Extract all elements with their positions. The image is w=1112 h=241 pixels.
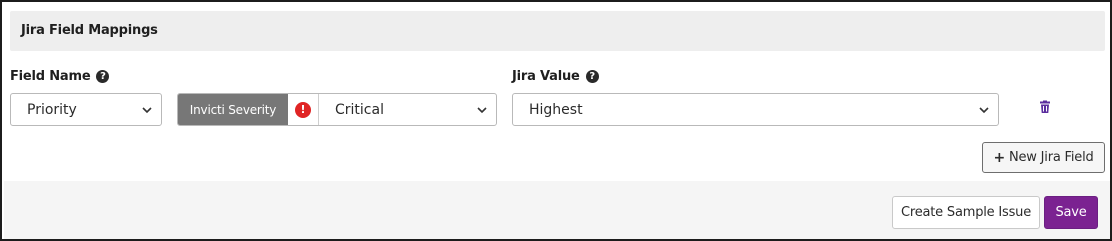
jira-field-mappings-panel: Jira Field Mappings Field Name ? Jira Va… [0, 0, 1112, 241]
save-button[interactable]: Save [1044, 196, 1098, 229]
jira-value-select[interactable]: Highest [512, 93, 999, 126]
jira-value-label-text: Jira Value [512, 69, 580, 84]
jira-value-select-value: Highest [529, 101, 583, 118]
field-name-label-text: Field Name [10, 69, 91, 84]
severity-label: Invicti Severity [178, 94, 288, 125]
severity-select[interactable]: Critical [319, 94, 496, 125]
chevron-down-icon [142, 106, 152, 113]
exclamation-circle-icon: ! [295, 101, 311, 118]
field-name-select[interactable]: Priority [10, 93, 162, 126]
new-jira-field-button[interactable]: + New Jira Field [982, 142, 1105, 173]
chevron-down-icon [979, 106, 989, 113]
chevron-down-icon [477, 106, 487, 113]
severity-select-value: Critical [335, 101, 384, 118]
section-header: Jira Field Mappings [10, 11, 1105, 51]
help-icon[interactable]: ? [585, 70, 599, 83]
field-name-label: Field Name ? [10, 69, 110, 84]
section-title: Jira Field Mappings [21, 23, 158, 38]
field-name-select-value: Priority [27, 101, 77, 118]
plus-icon: + [993, 149, 1005, 166]
new-jira-field-label: New Jira Field [1008, 150, 1094, 165]
help-icon[interactable]: ? [96, 70, 110, 83]
trash-icon[interactable] [1038, 100, 1052, 114]
create-sample-issue-button[interactable]: Create Sample Issue [892, 196, 1040, 229]
severity-alert-cell: ! [288, 94, 319, 125]
severity-input-group: Invicti Severity ! Critical [177, 93, 497, 126]
jira-value-label: Jira Value ? [512, 69, 599, 84]
